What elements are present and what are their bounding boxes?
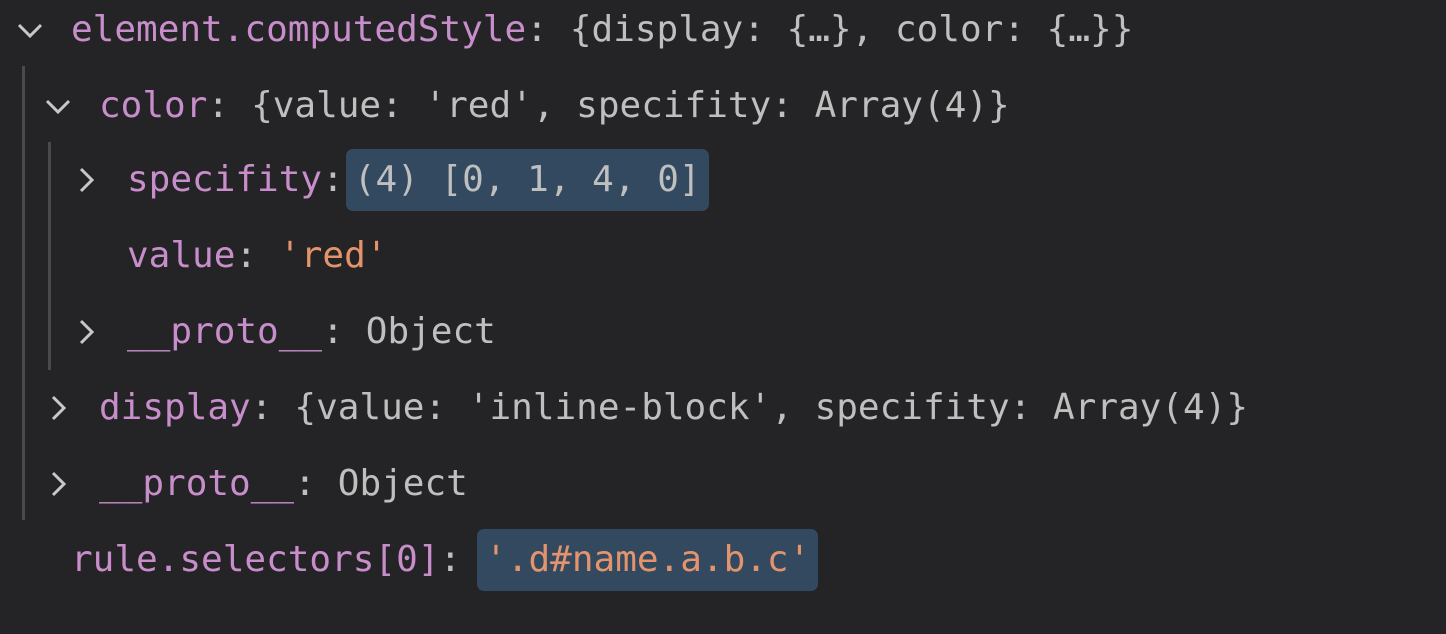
property-key: __proto__ (99, 463, 295, 504)
array-preview-highlighted: (4) [0, 1, 4, 0] (345, 149, 709, 211)
indent-guide-computed-style (22, 66, 25, 520)
object-preview: {display: {…}, color: {…}} (569, 9, 1134, 50)
object-preview: Object (337, 463, 468, 504)
property-key: display (99, 387, 251, 428)
chevron-right-icon[interactable] (72, 318, 100, 346)
tree-row-specifity[interactable]: specifity: (4) [0, 1, 4, 0] (72, 149, 709, 211)
string-value: 'red' (279, 235, 388, 276)
object-preview: Object (365, 311, 496, 352)
tree-row-color[interactable]: color: {value: 'red', specifity: Array(4)… (44, 76, 1010, 136)
tree-row-display[interactable]: display: {value: 'inline-block', specifit… (44, 378, 1248, 438)
property-key: __proto__ (127, 311, 323, 352)
property-key: value (127, 235, 236, 276)
property-key: color (99, 85, 208, 126)
object-preview: {value: 'red', specifity: Array(4)} (251, 85, 1010, 126)
colon: : (250, 387, 273, 428)
object-preview: {value: 'inline-block', specifity: Array… (294, 387, 1249, 428)
chevron-right-icon[interactable] (44, 470, 72, 498)
chevron-right-icon[interactable] (44, 394, 72, 422)
watch-expression-tree: element.computedStyle: {display: {…}, col… (0, 0, 1446, 634)
colon: : (294, 463, 316, 504)
chevron-down-icon[interactable] (16, 16, 44, 44)
tree-row-computed-style[interactable]: element.computedStyle: {display: {…}, col… (16, 0, 1133, 60)
chevron-down-icon[interactable] (44, 92, 72, 120)
indent-guide-color (48, 142, 51, 370)
colon: : (322, 311, 344, 352)
colon: : (207, 85, 230, 126)
property-key: specifity (127, 159, 323, 200)
colon: : (526, 9, 548, 50)
colon: : (322, 159, 344, 200)
property-key: element.computedStyle (71, 9, 527, 50)
tree-row-selectors: rule.selectors[0]: '.d#name.a.b.c' (71, 529, 819, 591)
tree-row-value: value: 'red' (127, 226, 387, 286)
tree-row-style-proto[interactable]: __proto__: Object (44, 454, 468, 514)
string-value-highlighted: '.d#name.a.b.c' (477, 529, 819, 591)
colon: : (439, 539, 462, 580)
chevron-right-icon[interactable] (72, 166, 100, 194)
tree-row-color-proto[interactable]: __proto__: Object (72, 302, 496, 362)
property-key: rule.selectors[0] (71, 539, 440, 580)
colon: : (235, 235, 258, 276)
